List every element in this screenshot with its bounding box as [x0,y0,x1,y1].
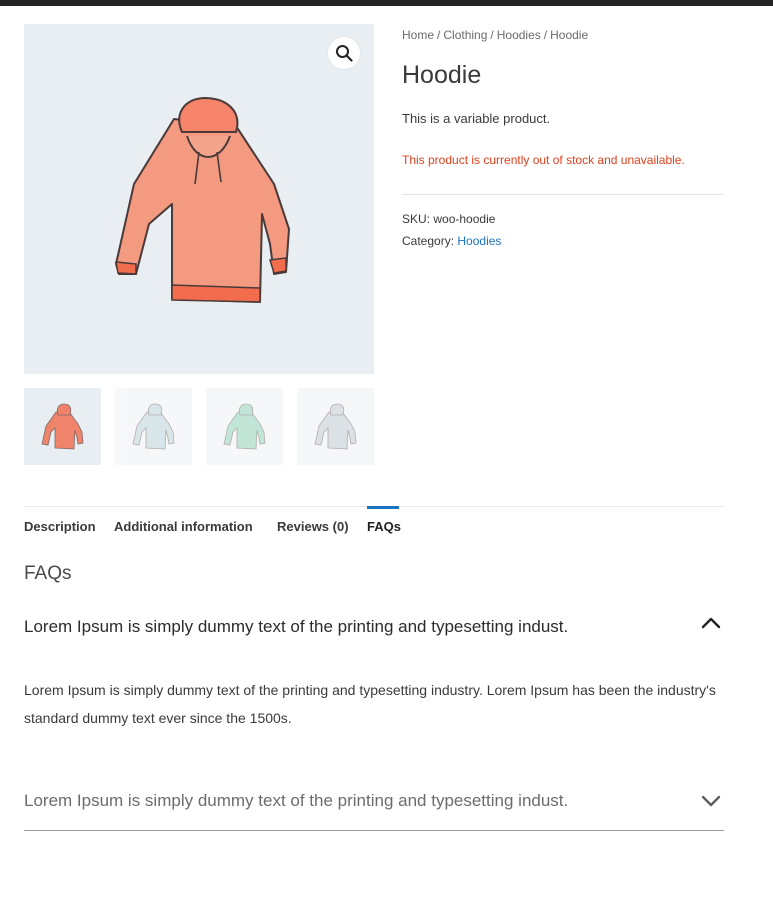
tab-reviews[interactable]: Reviews (0) [277,519,349,534]
stock-status: This product is currently out of stock a… [402,153,685,167]
faq-question-1[interactable]: Lorem Ipsum is simply dummy text of the … [24,617,568,637]
hoodie-thumbnail-icon [41,403,84,450]
category-label: Category: [402,234,455,248]
breadcrumb-clothing[interactable]: Clothing [443,28,487,42]
hoodie-thumbnail-icon [132,403,175,450]
hoodie-thumbnail-icon [223,403,266,450]
thumbnail-strip [24,388,374,465]
zoom-button[interactable] [328,37,360,69]
hoodie-thumbnail-icon [314,403,357,450]
product-short-description: This is a variable product. [402,111,551,126]
summary-divider [402,194,724,195]
faq-answer-1: Lorem Ipsum is simply dummy text of the … [24,682,716,726]
thumbnail-hoodie-grey-logo[interactable] [297,388,374,465]
magnifier-icon [336,45,353,62]
thumbnail-hoodie-pink[interactable] [24,388,101,465]
faq-divider [24,830,724,831]
top-bar [0,0,773,6]
breadcrumb-separator: / [543,28,548,42]
sku-meta: SKU: woo-hoodie [402,212,495,226]
sku-value: woo-hoodie [433,212,496,226]
tab-additional-information[interactable]: Additional information [114,519,253,534]
breadcrumb-separator: / [490,28,494,42]
product-main-image[interactable] [24,24,374,374]
hoodie-illustration [115,96,290,303]
product-title: Hoodie [402,61,482,89]
tab-faqs[interactable]: FAQs [367,519,401,534]
faq-question-2[interactable]: Lorem Ipsum is simply dummy text of the … [24,791,568,811]
thumbnail-hoodie-blue[interactable] [115,388,192,465]
chevron-down-icon[interactable] [700,794,722,808]
active-tab-indicator [367,506,399,509]
faq-heading: FAQs [24,563,72,584]
breadcrumb-current: Hoodie [550,28,589,42]
tab-description[interactable]: Description [24,519,96,534]
thumbnail-hoodie-green[interactable] [206,388,283,465]
chevron-up-icon[interactable] [700,616,722,630]
breadcrumb-separator: / [437,28,441,42]
breadcrumb-home[interactable]: Home [402,28,434,42]
category-meta: Category: Hoodies [402,234,501,248]
sku-label: SKU: [402,212,431,226]
category-link[interactable]: Hoodies [457,234,501,248]
breadcrumb-hoodies[interactable]: Hoodies [497,28,541,42]
breadcrumb: Home / Clothing / Hoodies / Hoodie [402,28,588,42]
